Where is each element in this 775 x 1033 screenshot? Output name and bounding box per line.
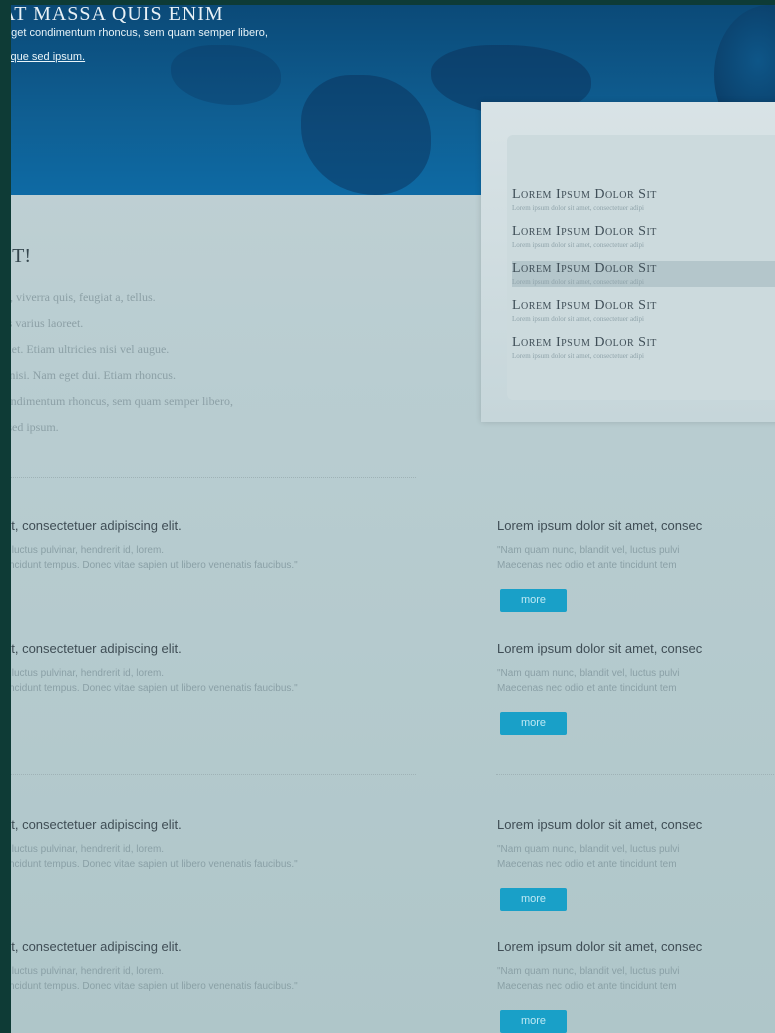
hero-link[interactable]: sque sed ipsum. — [11, 51, 85, 63]
card-text: l, luctus pulvinar, hendrerit id, lorem. — [11, 545, 165, 556]
panel-list-item[interactable]: Lorem Ipsum Dolor Sit Lorem ipsum dolor … — [512, 298, 775, 324]
card-text: Maecenas nec odio et ante tincidunt tem — [497, 683, 677, 694]
panel-item-subtitle: Lorem ipsum dolor sit amet, consectetuer… — [512, 204, 644, 212]
intro-text-line: s in, viverra quis, feugiat a, tellus. — [11, 290, 156, 304]
card-title: et, consectetuer adipiscing elit. — [11, 518, 182, 533]
panel-item-title: Lorem Ipsum Dolor Sit — [512, 187, 657, 202]
dotted-divider — [496, 774, 775, 775]
panel-item-title: Lorem Ipsum Dolor Sit — [512, 224, 657, 239]
card-title: Lorem ipsum dolor sit amet, consec — [497, 939, 703, 954]
panel-item-title: Lorem Ipsum Dolor Sit — [512, 335, 657, 350]
panel-item-title: Lorem Ipsum Dolor Sit — [512, 261, 657, 276]
section-heading: ST! — [11, 245, 31, 267]
hero-text: eget condimentum rhoncus, sem quam sempe… — [11, 27, 268, 39]
card-title: Lorem ipsum dolor sit amet, consec — [497, 641, 703, 656]
card-title: et, consectetuer adipiscing elit. — [11, 641, 182, 656]
card-text: l, luctus pulvinar, hendrerit id, lorem. — [11, 844, 165, 855]
dotted-divider — [11, 477, 416, 478]
card-text: "Nam quam nunc, blandit vel, luctus pulv… — [497, 844, 680, 855]
card-text: Maecenas nec odio et ante tincidunt tem — [497, 859, 677, 870]
panel-item-subtitle: Lorem ipsum dolor sit amet, consectetuer… — [512, 241, 644, 249]
card-title: et, consectetuer adipiscing elit. — [11, 817, 182, 832]
panel-list-item[interactable]: Lorem Ipsum Dolor Sit Lorem ipsum dolor … — [512, 335, 775, 361]
panel-item-subtitle: Lorem ipsum dolor sit amet, consectetuer… — [512, 352, 644, 360]
card-text: Maecenas nec odio et ante tincidunt tem — [497, 981, 677, 992]
panel-item-subtitle: Lorem ipsum dolor sit amet, consectetuer… — [512, 315, 644, 323]
more-button[interactable]: more — [500, 589, 567, 612]
more-button[interactable]: more — [500, 888, 567, 911]
panel-list-item-active[interactable]: Lorem Ipsum Dolor Sit Lorem ipsum dolor … — [512, 261, 775, 287]
card-text: "Nam quam nunc, blandit vel, luctus pulv… — [497, 668, 680, 679]
intro-text-line: erdiet. Etiam ultricies nisi vel augue. — [11, 342, 170, 356]
more-button[interactable]: more — [500, 712, 567, 735]
card-text: l, luctus pulvinar, hendrerit id, lorem. — [11, 668, 165, 679]
intro-text-line: ctus varius laoreet. — [11, 316, 84, 330]
card-title: Lorem ipsum dolor sit amet, consec — [497, 817, 703, 832]
card-text: tincidunt tempus. Donec vitae sapien ut … — [11, 560, 298, 571]
card-text: tincidunt tempus. Donec vitae sapien ut … — [11, 683, 298, 694]
card-text: "Nam quam nunc, blandit vel, luctus pulv… — [497, 545, 680, 556]
card-text: "Nam quam nunc, blandit vel, luctus pulv… — [497, 966, 680, 977]
map-continent-shape — [301, 75, 431, 195]
web-page: AT MASSA QUIS ENIM eget condimentum rhon… — [11, 5, 775, 1033]
card-title: et, consectetuer adipiscing elit. — [11, 939, 182, 954]
panel-item-title: Lorem Ipsum Dolor Sit — [512, 298, 657, 313]
more-button[interactable]: more — [500, 1010, 567, 1033]
intro-text-line: t condimentum rhoncus, sem quam semper l… — [11, 394, 233, 408]
panel-list-item[interactable]: Lorem Ipsum Dolor Sit Lorem ipsum dolor … — [512, 224, 775, 250]
card-title: Lorem ipsum dolor sit amet, consec — [497, 518, 703, 533]
dotted-divider — [11, 774, 416, 775]
card-text: tincidunt tempus. Donec vitae sapien ut … — [11, 859, 298, 870]
card-text: Maecenas nec odio et ante tincidunt tem — [497, 560, 677, 571]
panel-item-subtitle: Lorem ipsum dolor sit amet, consectetuer… — [512, 278, 644, 286]
map-continent-shape — [171, 45, 281, 105]
panel-list-item[interactable]: Lorem Ipsum Dolor Sit Lorem ipsum dolor … — [512, 187, 775, 213]
intro-text-line: ies nisi. Nam eget dui. Etiam rhoncus. — [11, 368, 176, 382]
feature-panel: Lorem Ipsum Dolor Sit Lorem ipsum dolor … — [481, 102, 775, 422]
card-text: l, luctus pulvinar, hendrerit id, lorem. — [11, 966, 165, 977]
intro-text-line: ue sed ipsum. — [11, 420, 59, 434]
hero-title: AT MASSA QUIS ENIM — [11, 5, 224, 25]
card-text: tincidunt tempus. Donec vitae sapien ut … — [11, 981, 298, 992]
window-frame-left — [0, 0, 11, 1033]
